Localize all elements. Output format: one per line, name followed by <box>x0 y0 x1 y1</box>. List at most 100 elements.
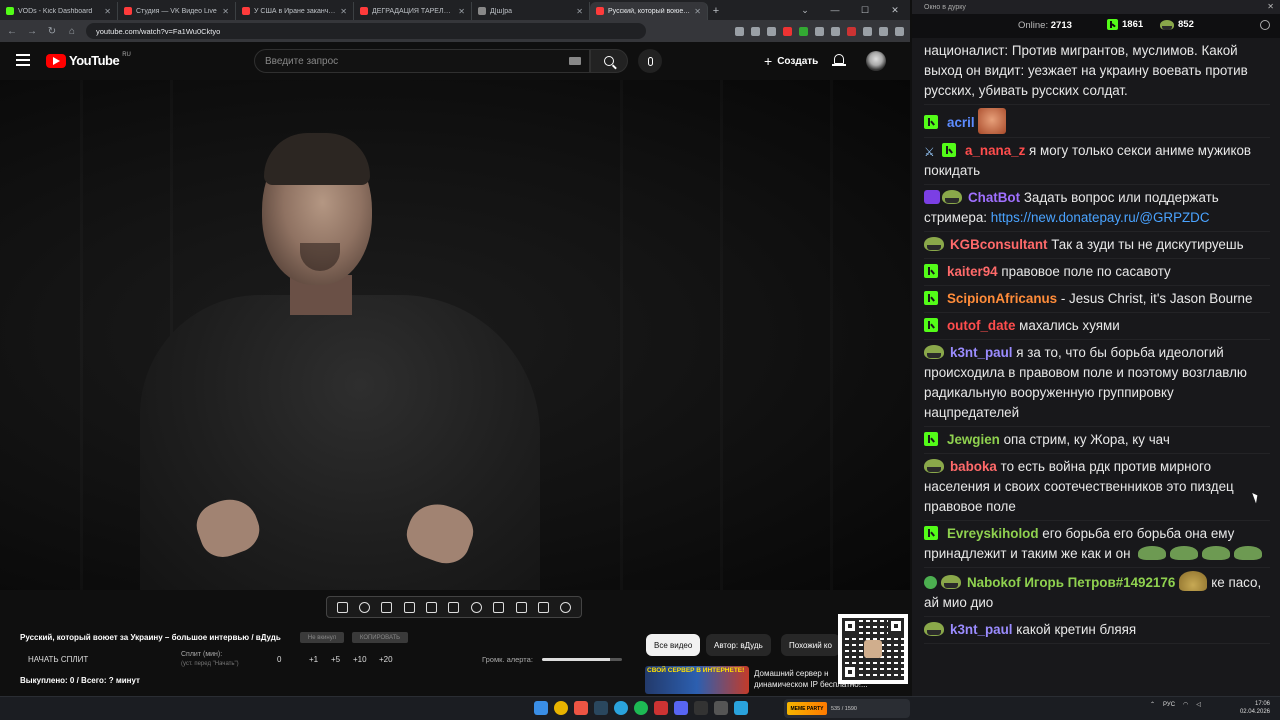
avatar[interactable] <box>866 51 886 71</box>
search-button[interactable] <box>590 49 628 73</box>
audio-icon[interactable] <box>359 601 371 613</box>
tab-search-icon[interactable]: ⌄ <box>790 0 820 20</box>
url-field[interactable]: youtube.com/watch?v=Fa1Wu0Cktyo <box>86 23 646 39</box>
system-clock[interactable]: 17:06 02.04.2026 <box>1240 700 1270 716</box>
loop-icon[interactable] <box>336 601 348 613</box>
tab-close-icon[interactable]: ✕ <box>458 7 465 16</box>
home-icon[interactable]: ⌂ <box>66 26 78 37</box>
wifi-icon[interactable]: ◠ <box>1183 701 1188 708</box>
voice-search-button[interactable] <box>638 49 662 73</box>
recommended-thumbnail[interactable]: СВОЙ СЕРВЕР В ИНТЕРНЕТЕ! <box>645 666 749 694</box>
tray-arrow-icon[interactable]: ⌃ <box>1150 701 1155 708</box>
telegram-icon[interactable] <box>614 701 628 715</box>
chat-username[interactable]: Evreyskiholod <box>947 526 1039 541</box>
cast-icon[interactable] <box>735 26 744 36</box>
chat-username[interactable]: Nabokof <box>967 575 1021 590</box>
browser-tab[interactable]: Студия — VK Видео Live ✕ <box>118 2 236 20</box>
tab-close-icon[interactable]: ✕ <box>694 7 701 16</box>
frame-icon[interactable] <box>448 601 460 613</box>
chat-username[interactable]: acril <box>947 115 975 130</box>
steam-icon[interactable] <box>594 701 608 715</box>
chat-username[interactable]: baboka <box>950 459 997 474</box>
zoom-icon[interactable] <box>751 26 760 36</box>
language-indicator[interactable]: РУС <box>1163 702 1175 708</box>
create-button[interactable]: + Создать <box>754 49 828 73</box>
tab-close-icon[interactable]: ✕ <box>222 7 229 16</box>
chat-username[interactable]: k3nt_paul <box>950 622 1013 637</box>
chat-username[interactable]: KGBconsultant <box>950 237 1047 252</box>
browser-tab[interactable]: У США в Иране заканчиваются ✕ <box>236 2 354 20</box>
download-icon[interactable] <box>863 26 872 36</box>
app-icon[interactable] <box>654 701 668 715</box>
app-icon[interactable] <box>574 701 588 715</box>
spotify-icon[interactable] <box>634 701 648 715</box>
add-icon[interactable] <box>493 601 505 613</box>
youtube-logo[interactable]: YouTube RU <box>46 52 131 68</box>
split-plus-5-button[interactable]: +5 <box>331 655 340 664</box>
split-plus-10-button[interactable]: +10 <box>353 655 367 664</box>
extension-icon[interactable] <box>799 26 808 36</box>
menu-icon[interactable] <box>895 26 904 36</box>
back-icon[interactable]: ← <box>6 26 18 37</box>
chip-similar[interactable]: Похожий ко <box>781 634 840 656</box>
reload-icon[interactable]: ↻ <box>46 26 58 37</box>
split-plus-20-button[interactable]: +20 <box>379 655 393 664</box>
close-icon[interactable]: ✕ <box>1267 2 1274 11</box>
menu-hamburger-icon[interactable] <box>16 54 30 66</box>
settings-icon[interactable] <box>560 601 572 613</box>
extension-icon[interactable] <box>847 26 856 36</box>
volume-icon[interactable]: ◁ <box>1196 701 1201 708</box>
chip-author[interactable]: Автор: вДудь <box>706 634 771 656</box>
alert-volume-slider[interactable] <box>542 658 622 661</box>
copy-button[interactable]: КОПИРОВАТЬ <box>352 632 408 643</box>
close-window-button[interactable]: ✕ <box>880 0 910 20</box>
discord-icon[interactable] <box>674 701 688 715</box>
chat-username[interactable]: ChatBot <box>968 190 1020 205</box>
obs-icon[interactable] <box>694 701 708 715</box>
minimize-button[interactable]: — <box>820 0 850 20</box>
new-tab-button[interactable]: + <box>708 2 724 20</box>
chat-mention[interactable]: Игорь Петров#1492176 <box>1024 575 1175 590</box>
recommended-title-line1[interactable]: Домашний сервер н <box>754 669 829 678</box>
clip-icon[interactable] <box>403 601 415 613</box>
video-player[interactable] <box>0 80 910 590</box>
browser-tab[interactable]: VODs - Kick Dashboard ✕ <box>0 2 118 20</box>
chat-username[interactable]: kaiter94 <box>947 264 998 279</box>
app-icon[interactable] <box>734 701 748 715</box>
gear-icon[interactable] <box>1260 20 1270 30</box>
tab-close-icon[interactable]: ✕ <box>104 7 111 16</box>
app-icon[interactable] <box>714 701 728 715</box>
split-value-0[interactable]: 0 <box>277 655 281 664</box>
chat-link[interactable]: https://new.donatepay.ru/@GRPZDC <box>991 210 1210 225</box>
extension-icon[interactable] <box>815 26 824 36</box>
extension-icon[interactable] <box>783 26 792 36</box>
split-plus-1-button[interactable]: +1 <box>309 655 318 664</box>
chat-username[interactable]: k3nt_paul <box>950 345 1013 360</box>
forward-icon[interactable]: → <box>26 26 38 37</box>
chip-all-videos[interactable]: Все видео <box>646 634 701 656</box>
flask-icon[interactable] <box>537 601 549 613</box>
chrome-icon[interactable] <box>554 701 568 715</box>
notifications-bell-icon[interactable] <box>832 53 846 69</box>
screenshot-icon[interactable] <box>515 601 527 613</box>
taskbar-widget[interactable]: MEME PARTY 535 / 1590 <box>784 699 910 718</box>
browser-tab[interactable]: ДЕГРАДАЦИЯ ТАРЕЛОЧНИЦ ✕ <box>354 2 472 20</box>
chat-username[interactable]: outof_date <box>947 318 1015 333</box>
chat-username[interactable]: a_nana_z <box>965 143 1025 158</box>
playlist-icon[interactable] <box>381 601 393 613</box>
bookmark-star-icon[interactable] <box>767 26 776 36</box>
pip-icon[interactable] <box>426 601 438 613</box>
start-split-button[interactable]: НАЧАТЬ СПЛИТ <box>28 655 88 664</box>
profile-icon[interactable] <box>879 26 888 36</box>
chat-username[interactable]: Jewgien <box>947 432 1000 447</box>
search-input[interactable]: Введите запрос <box>254 49 590 73</box>
maximize-button[interactable]: ☐ <box>850 0 880 20</box>
tab-close-icon[interactable]: ✕ <box>576 7 583 16</box>
speed-icon[interactable] <box>470 601 482 613</box>
tab-close-icon[interactable]: ✕ <box>340 7 347 16</box>
browser-tab[interactable]: Русский, который воюет з ✕ <box>590 2 708 20</box>
chat-username[interactable]: ScipionAfricanus <box>947 291 1057 306</box>
windows-start-icon[interactable] <box>534 701 548 715</box>
keyboard-icon[interactable] <box>569 57 581 65</box>
extension-icon[interactable] <box>831 26 840 36</box>
